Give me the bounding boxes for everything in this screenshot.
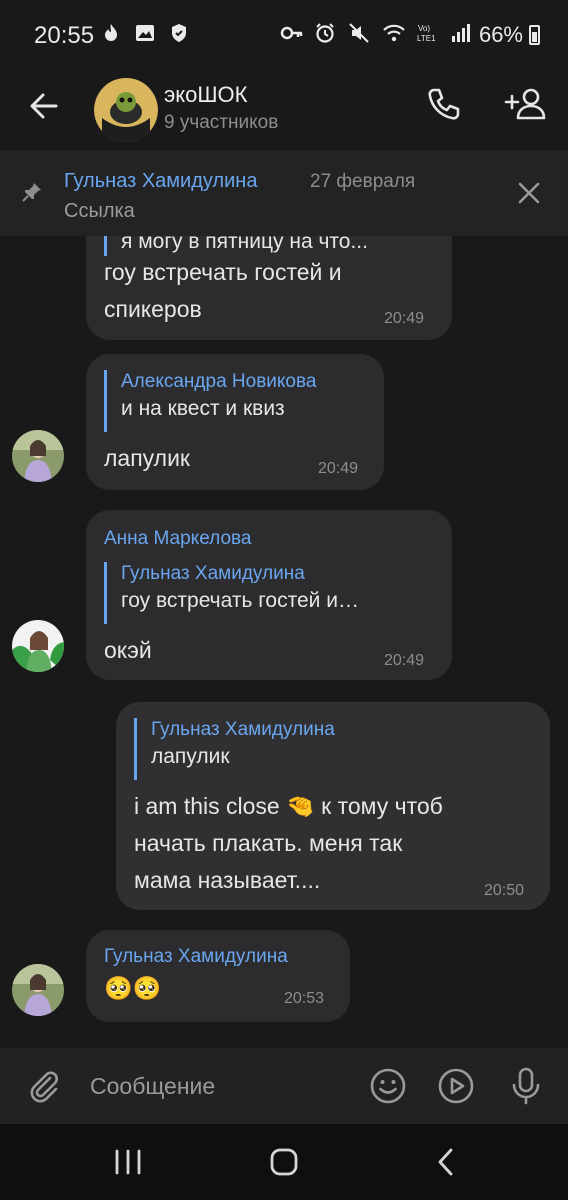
avatar-photo xyxy=(12,620,64,672)
recent-apps-button[interactable] xyxy=(112,1148,144,1176)
svg-text:LTE1: LTE1 xyxy=(417,34,436,43)
message-line: 🥺🥺 xyxy=(104,975,162,1001)
microphone-icon xyxy=(512,1067,540,1105)
avatar-photo xyxy=(12,964,64,1016)
smile-icon xyxy=(370,1068,406,1104)
reply-text: и на квест и квиз xyxy=(121,397,285,420)
message-bubble[interactable]: я могу в пятницу на что... гоу встречать… xyxy=(86,236,452,340)
wifi-icon xyxy=(382,22,405,44)
message-text: 🥺🥺 xyxy=(104,970,161,1007)
status-bar: 20:55 Vo) LTE1 66% xyxy=(0,0,568,72)
message-line: начать плакать. меня так xyxy=(134,830,403,856)
message-bubble-outgoing[interactable]: Гульназ Хамидулина лапулик i am this clo… xyxy=(116,702,550,910)
group-avatar-image xyxy=(94,78,158,142)
battery-indicator: 66% xyxy=(479,22,540,48)
message-text: гоу встречать гостей и спикеров xyxy=(104,254,342,328)
system-nav-bar xyxy=(0,1124,568,1200)
home-icon xyxy=(270,1148,298,1176)
reply-text: я могу в пятницу на что... xyxy=(121,236,368,253)
avatar[interactable] xyxy=(12,430,64,482)
status-time: 20:55 xyxy=(34,22,95,49)
message-line: окэй xyxy=(104,637,152,663)
message-time: 20:49 xyxy=(384,310,425,327)
members-count[interactable]: 9 участников xyxy=(164,112,278,134)
gallery-icon xyxy=(134,22,156,44)
message-line: i am this close 🤏 к тому чтоб xyxy=(134,793,443,819)
pinned-text: Ссылка xyxy=(64,200,135,222)
mute-icon xyxy=(348,22,370,44)
reply-author: Гульназ Хамидулина xyxy=(151,719,335,740)
play-circle-icon xyxy=(438,1068,474,1104)
message-line: гоу встречать гостей и xyxy=(104,259,342,285)
message-list[interactable]: я могу в пятницу на что... гоу встречать… xyxy=(0,236,568,1048)
pin-icon xyxy=(20,180,44,204)
message-time: 20:50 xyxy=(484,882,525,899)
home-button[interactable] xyxy=(268,1146,300,1178)
add-user-icon xyxy=(504,88,546,120)
message-input[interactable] xyxy=(90,1068,350,1104)
arrow-left-icon xyxy=(30,93,58,119)
avatar[interactable] xyxy=(12,620,64,672)
message-bubble[interactable]: Александра Новикова и на квест и квиз ла… xyxy=(86,354,384,490)
message-time: 20:53 xyxy=(284,990,325,1007)
message-author: Гульназ Хамидулина xyxy=(104,946,288,967)
message-line: лапулик xyxy=(104,445,190,471)
emoji-button[interactable] xyxy=(368,1066,408,1106)
attach-button[interactable] xyxy=(26,1068,62,1104)
message-author: Анна Маркелова xyxy=(104,528,252,549)
phone-icon xyxy=(428,88,460,120)
shield-icon xyxy=(168,22,190,44)
reply-text: лапулик xyxy=(151,745,230,768)
reply-quote[interactable]: Гульназ Хамидулина лапулик xyxy=(134,718,335,780)
reply-quote[interactable]: я могу в пятницу на что... xyxy=(104,236,368,256)
message-text: окэй xyxy=(104,632,152,669)
group-avatar[interactable] xyxy=(94,78,158,142)
chat-header: экоШОК 9 участников xyxy=(0,72,568,148)
recent-apps-icon xyxy=(115,1149,141,1175)
reply-quote[interactable]: Гульназ Хамидулина гоу встречать гостей … xyxy=(104,562,359,624)
chat-title[interactable]: экоШОК xyxy=(164,82,247,108)
message-time: 20:49 xyxy=(384,652,425,669)
reply-quote[interactable]: Александра Новикова и на квест и квиз xyxy=(104,370,316,432)
system-back-button[interactable] xyxy=(432,1146,460,1178)
video-message-button[interactable] xyxy=(436,1066,476,1106)
battery-icon xyxy=(529,25,540,45)
composer-bar xyxy=(0,1048,568,1124)
volte-icon: Vo) LTE1 xyxy=(416,22,438,44)
call-button[interactable] xyxy=(424,84,464,124)
message-bubble[interactable]: Анна Маркелова Гульназ Хамидулина гоу вс… xyxy=(86,510,452,680)
battery-percent: 66% xyxy=(478,22,523,47)
message-line: спикеров xyxy=(104,296,202,322)
close-icon xyxy=(518,182,540,204)
status-icons-right: Vo) LTE1 xyxy=(280,22,472,44)
status-icons-left xyxy=(100,22,190,44)
message-time: 20:49 xyxy=(318,460,359,477)
message-text: лапулик xyxy=(104,440,190,477)
reply-text: гоу встречать гостей и… xyxy=(121,589,359,612)
flame-icon xyxy=(100,22,122,44)
pinned-author: Гульназ Хамидулина xyxy=(64,170,258,192)
signal-icon xyxy=(450,22,472,44)
message-text: i am this close 🤏 к тому чтоб начать пла… xyxy=(134,788,443,899)
voice-message-button[interactable] xyxy=(508,1066,544,1106)
key-icon xyxy=(280,22,303,44)
alarm-icon xyxy=(314,22,336,44)
back-button[interactable] xyxy=(24,86,64,126)
pinned-date: 27 февраля xyxy=(310,171,416,192)
unpin-close-button[interactable] xyxy=(516,180,542,206)
add-member-button[interactable] xyxy=(502,84,548,124)
svg-text:Vo): Vo) xyxy=(418,24,430,33)
paperclip-icon xyxy=(30,1071,58,1103)
message-bubble[interactable]: Гульназ Хамидулина 🥺🥺 20:53 xyxy=(86,930,350,1022)
message-line: мама называет.... xyxy=(134,867,321,893)
pinned-message[interactable]: Гульназ Хамидулина 27 февраля Ссылка xyxy=(0,150,568,236)
reply-author: Александра Новикова xyxy=(121,371,317,392)
avatar-photo xyxy=(12,430,64,482)
chevron-left-icon xyxy=(438,1148,453,1176)
reply-author: Гульназ Хамидулина xyxy=(121,563,305,584)
avatar[interactable] xyxy=(12,964,64,1016)
